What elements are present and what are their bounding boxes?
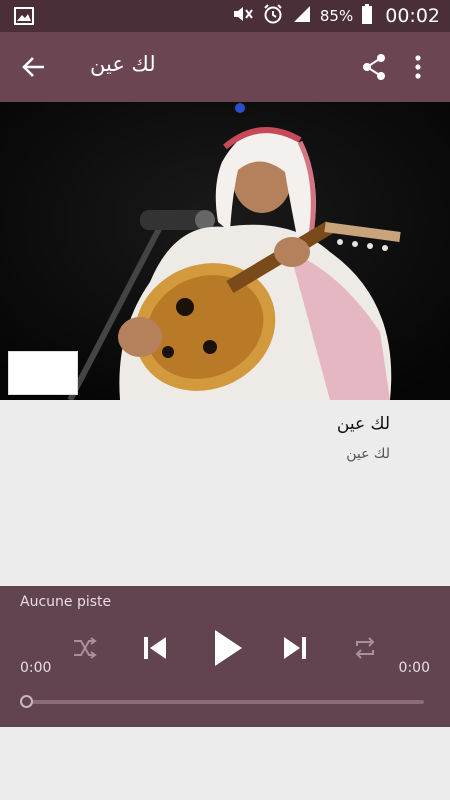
time-elapsed: 0:00: [20, 660, 52, 676]
battery-percent: 85%: [319, 7, 354, 25]
channel-logo: [8, 351, 78, 395]
track-artist: لك عين: [346, 446, 390, 462]
more-vert-icon[interactable]: [404, 53, 432, 81]
back-arrow-icon[interactable]: [20, 53, 48, 81]
status-bar: 85% 00:02: [0, 0, 450, 32]
previous-icon[interactable]: [142, 634, 168, 666]
seek-thumb[interactable]: [20, 695, 33, 708]
page-title: لك عين: [90, 52, 156, 76]
repeat-icon[interactable]: [352, 635, 378, 665]
clock: 00:02: [385, 5, 440, 27]
seek-bar[interactable]: [26, 700, 424, 704]
gallery-icon: [14, 7, 34, 25]
battery-icon: [361, 3, 373, 29]
album-cover-image: [0, 102, 450, 400]
track-info: لك عين لك عين: [0, 400, 450, 586]
play-icon[interactable]: [212, 628, 244, 672]
app-bar: لك عين: [0, 32, 450, 102]
player-status: Aucune piste: [20, 594, 112, 610]
mute-icon: [232, 4, 254, 28]
alarm-icon: [262, 3, 284, 29]
track-title: لك عين: [336, 414, 390, 434]
shuffle-icon[interactable]: [72, 636, 98, 664]
time-total: 0:00: [398, 660, 430, 676]
signal-icon: [292, 4, 312, 28]
share-icon[interactable]: [360, 52, 388, 82]
bottom-empty-area: [0, 727, 450, 800]
player-controls: Aucune piste 0:00 0:00: [0, 586, 450, 727]
next-icon[interactable]: [282, 634, 308, 666]
